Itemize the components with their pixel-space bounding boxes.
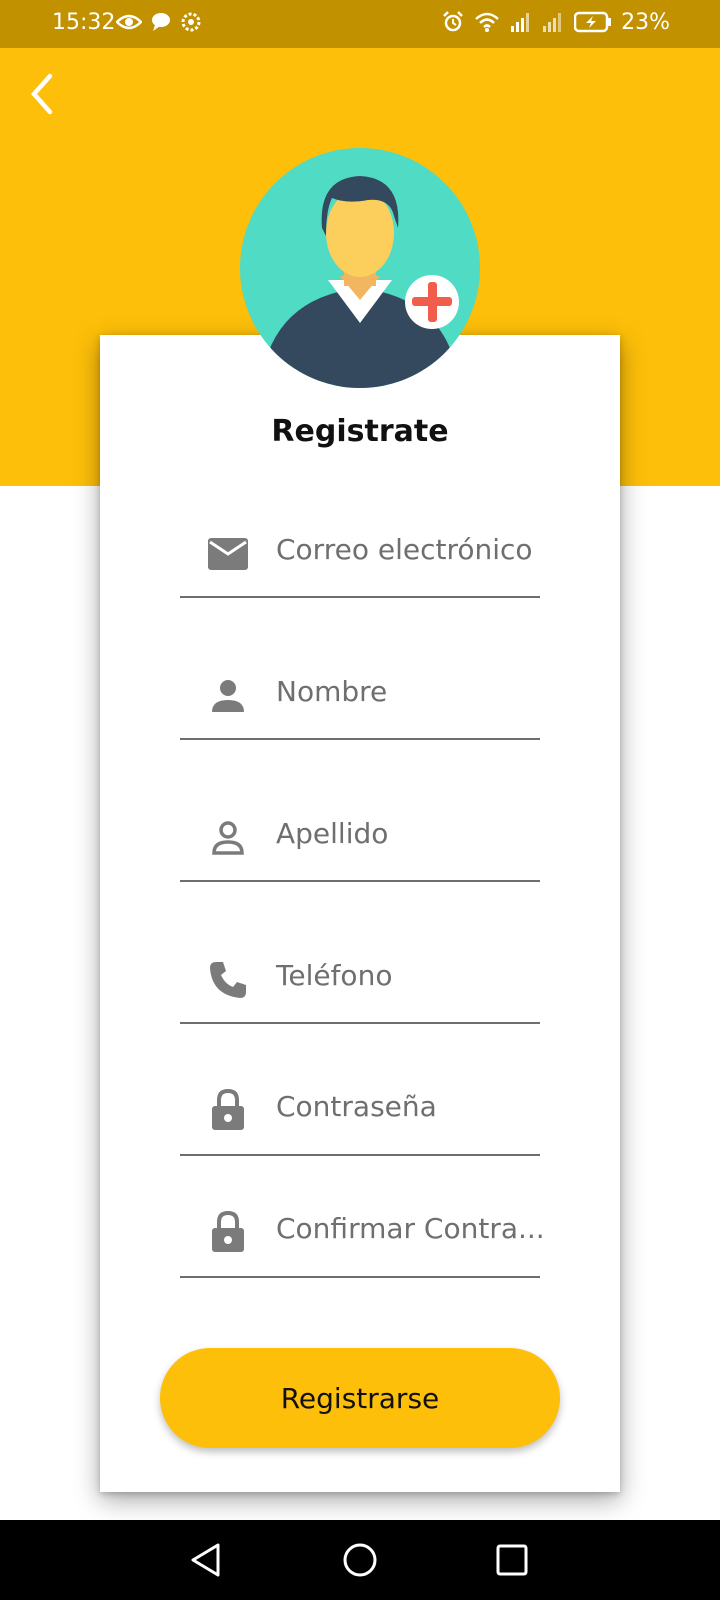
confirm-password-field-label: Confirmar Contra... — [276, 1212, 545, 1245]
lastname-field-label: Apellido — [276, 817, 389, 850]
phone-field-label: Teléfono — [276, 959, 393, 992]
battery-charging-icon — [573, 11, 612, 37]
status-left-icons — [115, 11, 202, 37]
eye-icon — [115, 12, 143, 36]
system-nav-bar — [0, 1520, 720, 1600]
nav-recents-button[interactable] — [490, 1538, 534, 1582]
back-triangle-icon — [191, 1543, 220, 1577]
password-field[interactable]: Contraseña — [180, 1076, 540, 1156]
nav-home-button[interactable] — [338, 1538, 382, 1582]
page-title: Registrate — [271, 414, 449, 449]
settings-icon — [180, 11, 202, 37]
password-field-label: Contraseña — [276, 1090, 437, 1123]
back-button[interactable] — [22, 72, 62, 120]
chat-bubble-icon — [150, 12, 172, 36]
register-button[interactable]: Registrarse — [160, 1348, 560, 1448]
name-field-label: Nombre — [276, 675, 388, 708]
signal-icon — [510, 11, 532, 37]
lock-icon — [206, 1088, 250, 1132]
name-field[interactable]: Nombre — [180, 660, 540, 740]
lock-icon — [206, 1210, 250, 1254]
wifi-icon — [474, 11, 500, 37]
phone-field[interactable]: Teléfono — [180, 944, 540, 1024]
email-field-label: Correo electrónico — [276, 533, 533, 566]
person-outline-icon — [206, 816, 250, 860]
battery-percent: 23% — [621, 10, 670, 35]
register-card — [100, 335, 620, 1492]
lastname-field[interactable]: Apellido — [180, 802, 540, 882]
email-field[interactable]: Correo electrónico — [180, 518, 540, 598]
nav-back-button[interactable] — [184, 1538, 228, 1582]
confirm-password-field[interactable]: Confirmar Contra... — [180, 1198, 545, 1278]
status-bar: 15:32 23% — [0, 0, 720, 48]
status-right-icons — [442, 11, 612, 37]
register-button-label: Registrarse — [280, 1381, 440, 1415]
home-circle-icon — [343, 1543, 377, 1577]
recents-square-icon — [496, 1544, 528, 1576]
chevron-left-icon — [28, 72, 56, 120]
signal-icon — [542, 11, 564, 37]
avatar[interactable] — [240, 148, 480, 388]
status-time: 15:32 — [52, 10, 116, 35]
mail-icon — [206, 532, 250, 576]
alarm-icon — [442, 11, 464, 37]
phone-icon — [206, 958, 250, 1002]
avatar-add-icon — [240, 148, 480, 388]
person-filled-icon — [206, 674, 250, 718]
